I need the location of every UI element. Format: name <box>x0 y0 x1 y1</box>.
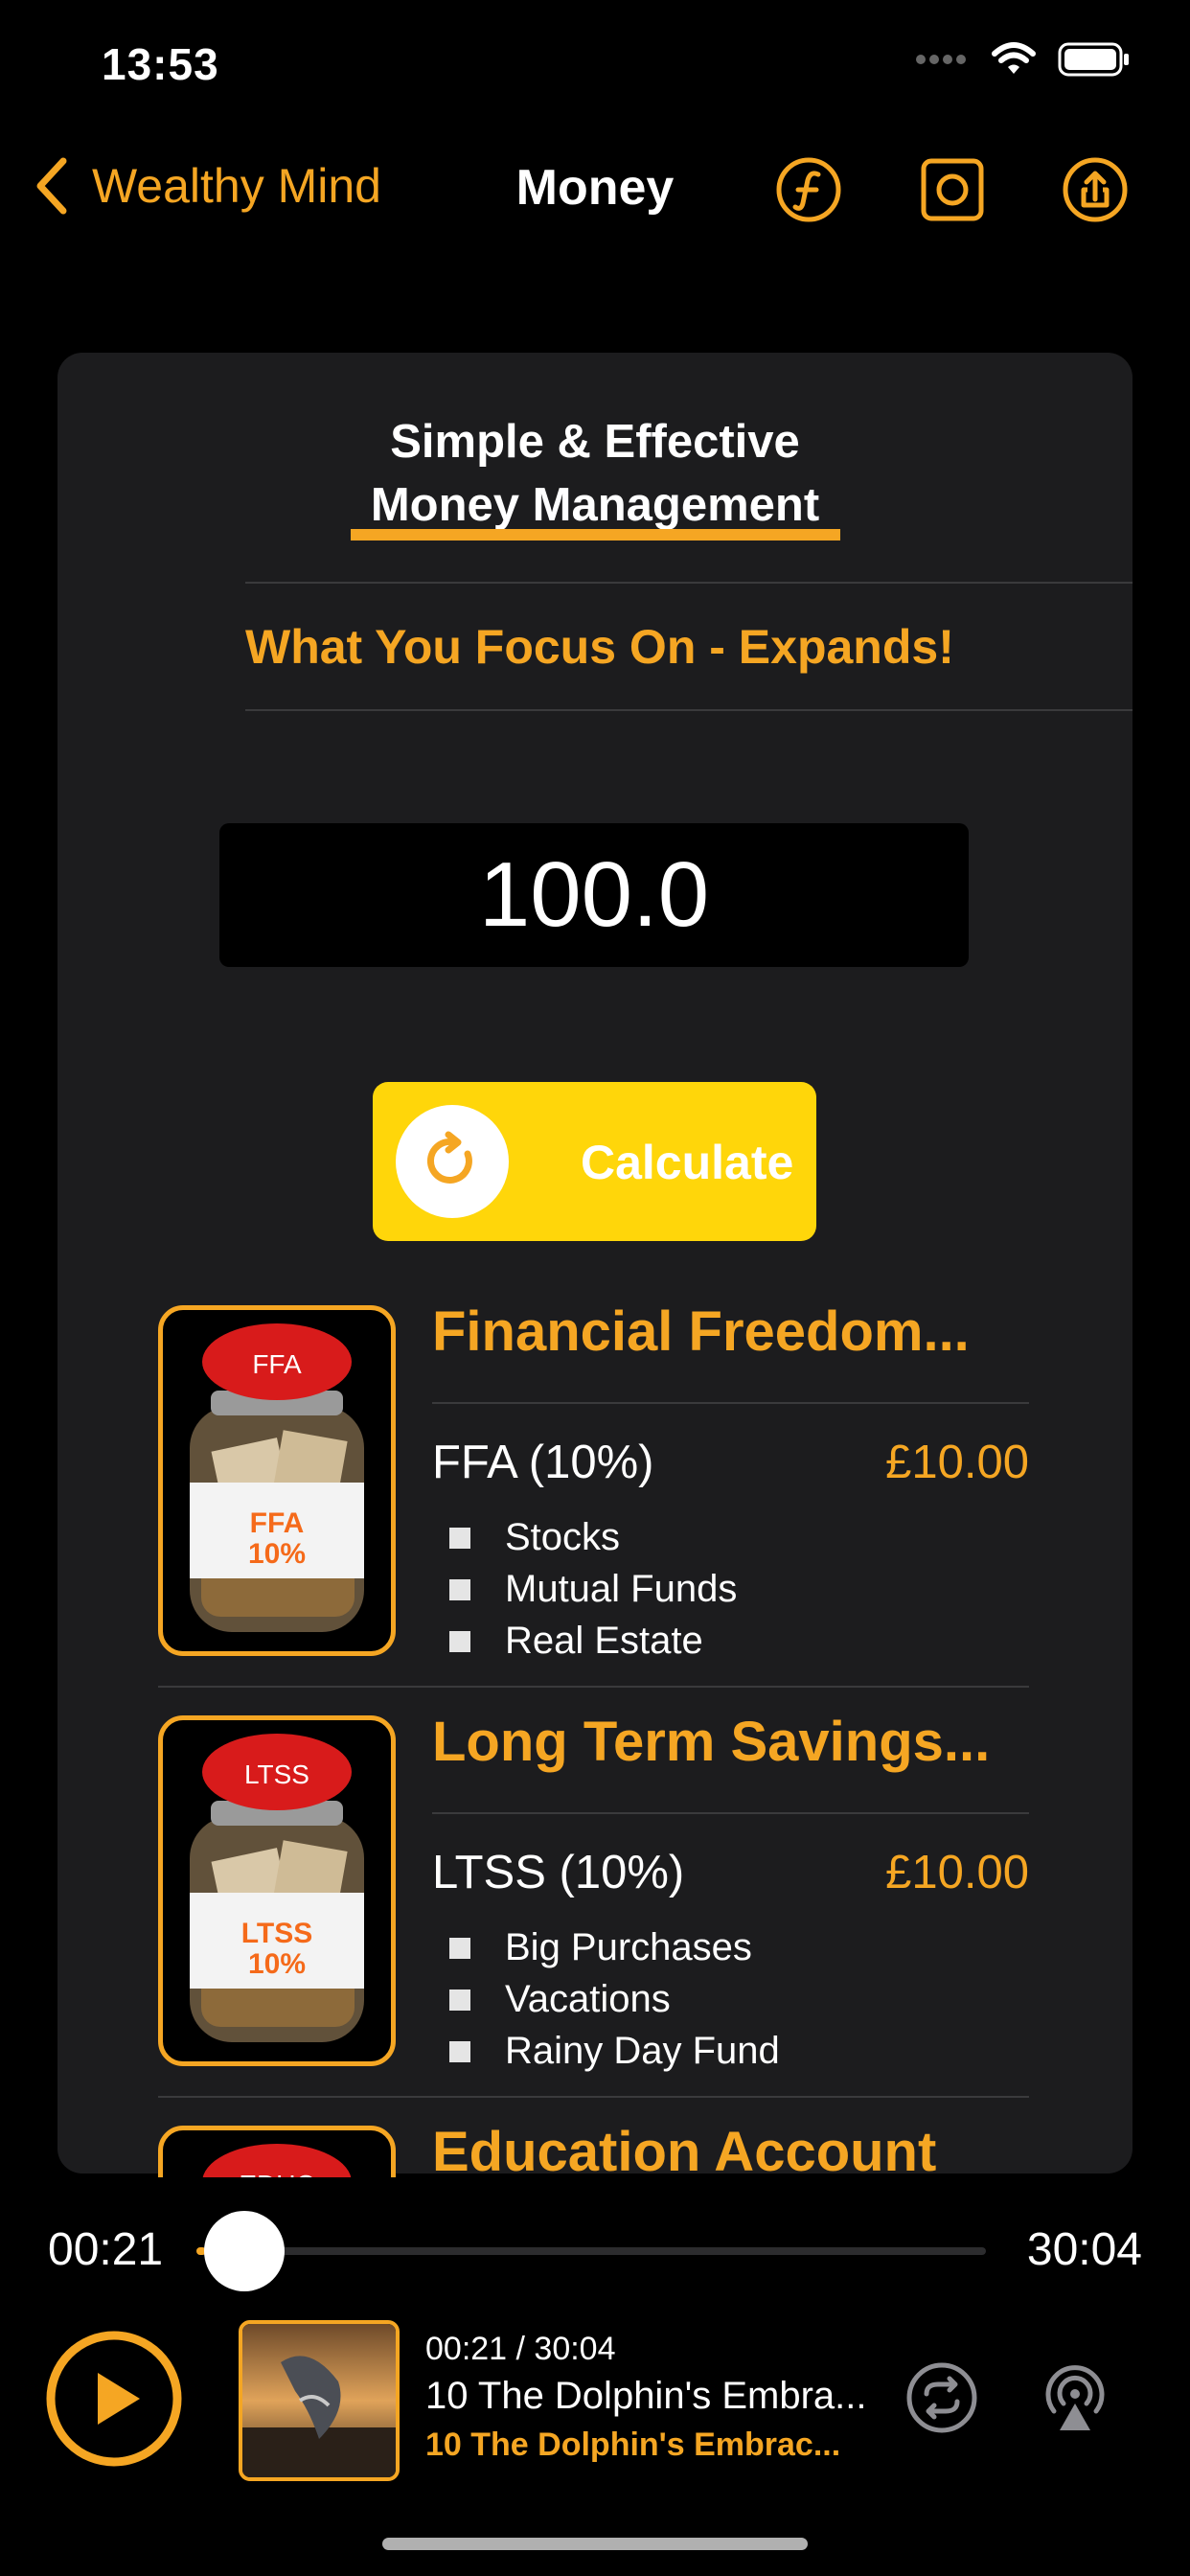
play-icon <box>46 2331 182 2467</box>
calculate-label[interactable]: Calculate <box>581 1135 793 1190</box>
airplay-button[interactable] <box>1039 2361 1111 2434</box>
account-value: £10.00 <box>885 1437 1029 1488</box>
bullet-label: Big Purchases <box>505 1926 752 1968</box>
calculate-icon-circle[interactable] <box>396 1105 509 1218</box>
battery-icon <box>1058 42 1129 77</box>
currency-button[interactable] <box>774 155 843 224</box>
album-art[interactable] <box>239 2320 400 2481</box>
heading-line-2: Money Management <box>370 479 820 531</box>
jar-image-ltss: LTSS LTSS 10% <box>158 1715 396 2066</box>
bullet-label: Rainy Day Fund <box>505 2030 780 2072</box>
wifi-icon <box>992 42 1036 74</box>
jar-body-pct: 10% <box>248 1538 306 1570</box>
refresh-icon <box>426 1131 472 1184</box>
chevron-left-icon <box>36 157 67 215</box>
heading-line-1: Simple & Effective <box>390 416 800 468</box>
back-label: Wealthy Mind <box>92 159 381 213</box>
divider <box>245 709 1133 711</box>
divider <box>158 1686 1029 1688</box>
card-heading: Simple & Effective Money Management <box>57 410 1133 537</box>
jar-illustration: LTSS LTSS 10% <box>190 1734 364 2042</box>
account-title: Financial Freedom... <box>432 1300 970 1363</box>
play-button[interactable] <box>44 2329 184 2469</box>
bullet-item: Big Purchases <box>449 1926 752 1969</box>
jar-lid-label: LTSS <box>244 1760 309 1789</box>
jar-image-ffa: FFA FFA 10% <box>158 1305 396 1656</box>
bullet-item: Vacations <box>449 1978 671 2021</box>
bullet-label: Vacations <box>505 1978 671 2020</box>
heading-underline <box>351 529 840 540</box>
bullet-square-icon <box>449 2040 470 2062</box>
bullet-square-icon <box>449 1937 470 1959</box>
status-icons <box>916 42 1131 77</box>
jar-body-label: FFA <box>250 1507 305 1539</box>
jar-illustration: FFA FFA 10% <box>190 1323 364 1632</box>
progress-knob[interactable] <box>204 2211 285 2291</box>
divider <box>432 1402 1029 1404</box>
home-indicator <box>382 2538 808 2550</box>
bullet-square-icon <box>449 1527 470 1549</box>
jar-lid-label: FFA <box>252 1349 302 1379</box>
signal-icon <box>916 55 966 64</box>
now-playing-title: 10 The Dolphin's Embra... <box>425 2375 867 2417</box>
amount-field[interactable]: 100.0 <box>219 823 969 967</box>
account-name: FFA (10%) <box>432 1437 654 1488</box>
account-title: Education Account <box>432 2121 937 2183</box>
bullet-square-icon <box>449 1989 470 2011</box>
back-button[interactable]: Wealthy Mind <box>34 157 381 215</box>
bullet-label: Stocks <box>505 1516 621 1558</box>
repeat-button[interactable] <box>905 2361 978 2434</box>
account-title: Long Term Savings... <box>432 1711 991 1773</box>
account-name: LTSS (10%) <box>432 1847 685 1898</box>
bullet-item: Stocks <box>449 1516 620 1559</box>
now-playing-time: 00:21 / 30:04 <box>425 2331 616 2367</box>
share-icon <box>1063 157 1128 222</box>
camera-button[interactable] <box>918 155 987 224</box>
jar-body-label: LTSS <box>241 1918 312 1949</box>
divider <box>432 1812 1029 1814</box>
bullet-item: Rainy Day Fund <box>449 2030 780 2073</box>
florin-icon <box>776 157 841 222</box>
status-time: 13:53 <box>102 39 219 89</box>
bullet-square-icon <box>449 1578 470 1600</box>
bullet-square-icon <box>449 1630 470 1652</box>
camera-icon <box>921 158 984 221</box>
jar-body-pct: 10% <box>248 1948 306 1980</box>
share-button[interactable] <box>1061 155 1130 224</box>
focus-text: What You Focus On - Expands! <box>245 620 954 674</box>
account-value: £10.00 <box>885 1847 1029 1898</box>
page-title: Money <box>515 160 675 216</box>
dolphin-artwork <box>242 2324 396 2477</box>
airplay-icon <box>1045 2365 1105 2430</box>
elapsed-time: 00:21 <box>48 2224 164 2275</box>
repeat-icon <box>906 2362 977 2433</box>
now-playing-subtitle: 10 The Dolphin's Embrac... <box>425 2426 841 2463</box>
bullet-label: Mutual Funds <box>505 1568 738 1610</box>
divider <box>158 2096 1029 2098</box>
divider <box>245 582 1133 584</box>
bullet-item: Real Estate <box>449 1620 703 1663</box>
bullet-label: Real Estate <box>505 1620 703 1662</box>
bullet-item: Mutual Funds <box>449 1568 737 1611</box>
progress-track[interactable] <box>196 2247 986 2255</box>
total-time: 30:04 <box>1026 2224 1142 2275</box>
